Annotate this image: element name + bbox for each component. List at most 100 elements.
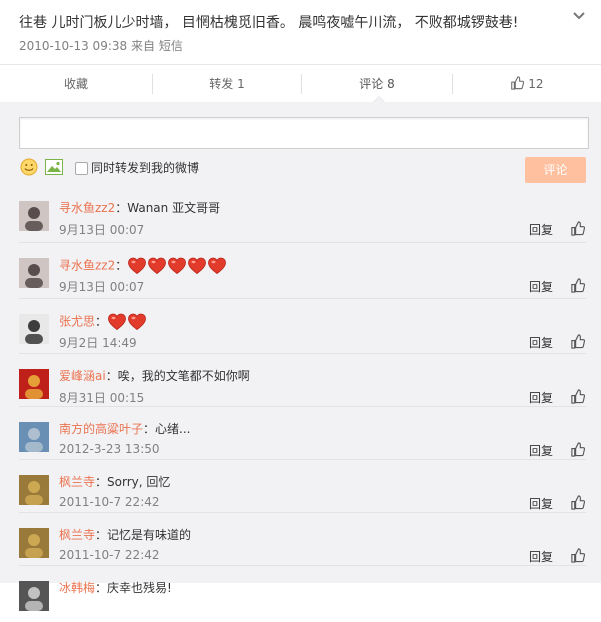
comment-line: 冰韩梅：庆幸也残易! [59,579,172,597]
comment-time: 2011-10-7 22:42 [59,548,160,562]
comment-input[interactable] [19,117,589,149]
reply-button[interactable]: 回复 [529,442,553,459]
comment-line: 寻水鱼zz2： [59,256,227,276]
comment-time: 2012-3-23 13:50 [59,442,160,456]
post-meta: 2010-10-13 09:38 来自 短信 [19,37,183,54]
comment-author[interactable]: 爱峰涵ai [59,369,106,383]
colon: ： [115,201,128,215]
colon: ： [105,369,118,383]
heart-icon [208,257,227,275]
reply-button[interactable]: 回复 [529,278,553,295]
heart-emoticons [107,312,147,332]
comment-time: 8月31日 00:15 [59,391,145,405]
comment-item: 枫兰寺：记忆是有味道的 2011-10-7 22:42 回复 [0,516,601,569]
heart-icon [148,257,167,275]
like-button[interactable]: 12 [453,65,601,103]
comment-divider [19,512,586,513]
like-count: 12 [528,77,544,91]
heart-icon [128,313,146,331]
comment-author[interactable]: 寻水鱼zz2 [59,259,115,273]
post-text: 往巷 儿时门板儿少时墙， 目惘枯槐觅旧香。 晨鸣夜嘘午川流， 不败都城锣鼓巷! [19,15,519,31]
comment-item: 张尤思： 9月2日 14:49 回复 [0,302,601,355]
comment-author[interactable]: 枫兰寺 [59,528,95,542]
comment-author[interactable]: 冰韩梅 [59,581,95,595]
heart-icon [188,257,207,275]
comment-divider [19,353,586,354]
heart-emoticons [127,256,227,276]
comment-time: 9月2日 14:49 [59,336,137,350]
comment-item: 寻水鱼zz2：Wanan 亚文哥哥 9月13日 00:07 回复 [0,189,601,242]
post-card: 往巷 儿时门板儿少时墙， 目惘枯槐觅旧香。 晨鸣夜嘘午川流， 不败都城锣鼓巷! … [0,0,601,64]
comment-author[interactable]: 枫兰寺 [59,475,95,489]
comment-divider [19,459,586,460]
reply-button[interactable]: 回复 [529,548,553,565]
comment-item: 南方的高粱叶子：心绪... 2012-3-23 13:50 回复 [0,410,601,463]
avatar[interactable] [19,475,49,505]
comment-text: Wanan 亚文哥哥 [127,201,221,215]
thumbs-up-icon[interactable] [570,389,585,404]
emoji-icon[interactable] [20,158,38,176]
comment-item: 寻水鱼zz2： 9月13日 00:07 回复 [0,246,601,299]
collect-button[interactable]: 收藏 [0,65,152,103]
comment-text: 记忆是有味道的 [107,528,192,542]
thumbs-up-icon[interactable] [570,334,585,349]
reply-button[interactable]: 回复 [529,389,553,406]
action-bar: 收藏 转发 1 评论 8 12 [0,64,601,104]
chevron-down-icon[interactable] [571,8,587,24]
comment-time: 9月13日 00:07 [59,223,145,237]
avatar[interactable] [19,314,49,344]
submit-comment-button[interactable]: 评论 [525,157,586,183]
comment-divider [19,565,586,566]
avatar[interactable] [19,422,49,452]
thumbs-up-icon[interactable] [570,221,585,236]
comment-line: 张尤思： [59,312,147,332]
heart-icon [128,257,147,275]
avatar[interactable] [19,369,49,399]
colon: ： [115,258,128,273]
avatar[interactable] [19,528,49,558]
comment-item: 枫兰寺：Sorry, 回忆 2011-10-7 22:42 回复 [0,463,601,516]
comment-text: 唉，我的文笔都不如你啊 [117,369,250,383]
comment-text: 心绪... [155,422,191,436]
comment-time: 9月13日 00:07 [59,280,145,294]
comment-divider [19,406,586,407]
avatar[interactable] [19,201,49,231]
comment-divider [19,298,586,299]
comment-author[interactable]: 寻水鱼zz2 [59,201,115,215]
comment-item: 爱峰涵ai：唉，我的文笔都不如你啊 8月31日 00:15 回复 [0,357,601,410]
comment-text: 庆幸也残易! [107,581,172,595]
heart-icon [108,313,126,331]
post-time[interactable]: 2010-10-13 09:38 [19,39,127,53]
reply-button[interactable]: 回复 [529,221,553,238]
forward-label: 同时转发到我的微博 [91,161,200,175]
comment-line: 枫兰寺：记忆是有味道的 [59,526,191,544]
comment-line: 爱峰涵ai：唉，我的文笔都不如你啊 [59,367,250,385]
comment-time: 2011-10-7 22:42 [59,495,160,509]
thumbs-up-icon[interactable] [570,495,585,510]
colon: ： [95,528,108,542]
avatar[interactable] [19,581,49,611]
comment-line: 南方的高粱叶子：心绪... [59,420,190,438]
comment-author[interactable]: 张尤思 [59,315,95,329]
avatar[interactable] [19,258,49,288]
comment-text: Sorry, 回忆 [107,475,171,489]
image-icon[interactable] [45,159,63,175]
panel-pointer-inner [374,97,384,102]
forward-checkbox[interactable] [75,162,88,175]
reply-button[interactable]: 回复 [529,334,553,351]
post-source[interactable]: 短信 [159,39,183,53]
thumbs-up-icon[interactable] [570,548,585,563]
thumbs-up-icon [511,76,525,90]
post-from: 来自 [130,39,155,53]
comment-author[interactable]: 南方的高粱叶子 [59,422,143,436]
comment-line: 枫兰寺：Sorry, 回忆 [59,473,170,491]
repost-button[interactable]: 转发 1 [153,65,301,103]
comment-divider [19,242,586,243]
thumbs-up-icon[interactable] [570,278,585,293]
colon: ： [143,422,156,436]
reply-button[interactable]: 回复 [529,495,553,512]
colon: ： [95,314,108,329]
comment-item: 冰韩梅：庆幸也残易! [0,569,601,622]
comment-line: 寻水鱼zz2：Wanan 亚文哥哥 [59,199,220,217]
thumbs-up-icon[interactable] [570,442,585,457]
